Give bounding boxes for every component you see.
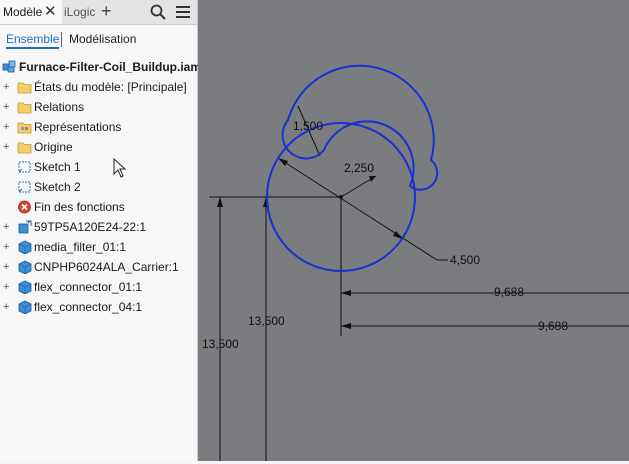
expand-icon[interactable]: + (3, 137, 11, 157)
tree-item-label: Origine (34, 140, 73, 154)
subtab-separator (61, 32, 62, 47)
dim-vertical-inner: 13,500 (248, 314, 285, 328)
tree-item-flex-connector-04[interactable]: + flex_connector_04:1 (0, 297, 197, 317)
tab-ilogic-label: iLogic (64, 5, 96, 19)
tree-item-label: Sketch 1 (34, 160, 81, 174)
expand-icon[interactable]: + (3, 97, 11, 117)
expand-icon[interactable]: + (3, 77, 11, 97)
tree-item-model-states[interactable]: + États du modèle: [Principale] (0, 77, 197, 97)
tree-item-label: flex_connector_01:1 (34, 280, 143, 294)
expand-icon[interactable]: + (3, 117, 11, 137)
graphics-canvas[interactable]: 1,500 2,250 4,500 9,688 9,688 13,500 13,… (198, 0, 629, 461)
dim-large-radius: 4,500 (450, 253, 480, 267)
sketch-drawing[interactable]: 1,500 2,250 4,500 9,688 9,688 13,500 13,… (198, 0, 629, 461)
tree-item-label: Relations (34, 100, 85, 114)
tree-item-origin[interactable]: + Origine (0, 137, 197, 157)
sketch-icon (18, 161, 31, 173)
subtab-modeling[interactable]: Modélisation (69, 32, 136, 46)
tree-item-carrier[interactable]: + CNPHP6024ALA_Carrier:1 (0, 257, 197, 277)
arrow-head (341, 290, 351, 296)
representations-folder-icon (17, 122, 32, 134)
dim-mid-radius: 2,250 (344, 161, 374, 175)
dim-horizontal-top: 9,688 (494, 285, 524, 299)
center-point (339, 195, 343, 199)
part-icon (18, 280, 32, 294)
subtab-assembly[interactable]: Ensemble (6, 32, 60, 49)
tree-item-relations[interactable]: + Relations (0, 97, 197, 117)
tree-item-flex-connector-01[interactable]: + flex_connector_01:1 (0, 277, 197, 297)
dim-horizontal-bottom: 9,688 (538, 319, 568, 333)
end-of-features-icon (18, 200, 31, 214)
menu-icon[interactable] (174, 3, 192, 21)
assembly-icon (2, 60, 16, 73)
tree-item-representations[interactable]: + Représentations (0, 117, 197, 137)
expand-icon[interactable]: + (3, 297, 11, 317)
tree-item-sketch-1[interactable]: Sketch 1 (0, 157, 197, 177)
tab-model-label: Modèle (3, 5, 43, 19)
tree-item-label: États du modèle: [Principale] (34, 80, 187, 94)
tree-item-label: media_filter_01:1 (34, 240, 127, 254)
folder-icon (17, 82, 32, 94)
add-tab-icon[interactable]: + (101, 0, 112, 23)
part-icon (18, 260, 32, 274)
folder-icon (17, 142, 32, 154)
tree-item-label: Fin des fonctions (34, 200, 125, 214)
search-icon[interactable] (149, 3, 167, 21)
browser-tabbar: Modèle ✕ iLogic + (0, 0, 197, 25)
tab-ilogic[interactable]: iLogic (64, 0, 95, 24)
mouse-cursor-icon (113, 158, 127, 178)
arrow-head (278, 158, 288, 166)
arrow-head (341, 323, 351, 329)
tree-item-end-of-features[interactable]: Fin des fonctions (0, 197, 197, 217)
tree-item-sketch-2[interactable]: Sketch 2 (0, 177, 197, 197)
part-icon (18, 240, 32, 254)
tree-root-label: Furnace-Filter-Coil_Buildup.iam (19, 60, 202, 74)
sketch-icon (18, 181, 31, 193)
expand-icon[interactable]: + (3, 277, 11, 297)
part-icon (18, 300, 32, 314)
expand-icon[interactable]: + (3, 257, 11, 277)
browser-subtabs: Ensemble Modélisation (0, 24, 197, 54)
tree-item-subassembly[interactable]: + 59TP5A120E24-22:1 (0, 217, 197, 237)
tree-item-label: CNPHP6024ALA_Carrier:1 (34, 260, 179, 274)
model-browser-panel: Modèle ✕ iLogic + Ensemble Modélisation … (0, 0, 202, 461)
tree-item-label: Représentations (34, 120, 122, 134)
subassembly-icon (18, 220, 32, 234)
tree-item-media-filter[interactable]: + media_filter_01:1 (0, 237, 197, 257)
tree-item-label: Sketch 2 (34, 180, 81, 194)
tree-item-label: 59TP5A120E24-22:1 (34, 220, 147, 234)
arrow-head (369, 176, 376, 182)
expand-icon[interactable]: + (3, 237, 11, 257)
arrow-head (217, 197, 223, 207)
expand-icon[interactable]: + (3, 217, 11, 237)
dim-vertical-outer: 13,500 (202, 337, 239, 351)
tree-item-label: flex_connector_04:1 (34, 300, 143, 314)
folder-icon (17, 102, 32, 114)
dim-small-radius: 1,500 (293, 119, 323, 133)
close-icon[interactable]: ✕ (44, 0, 57, 23)
